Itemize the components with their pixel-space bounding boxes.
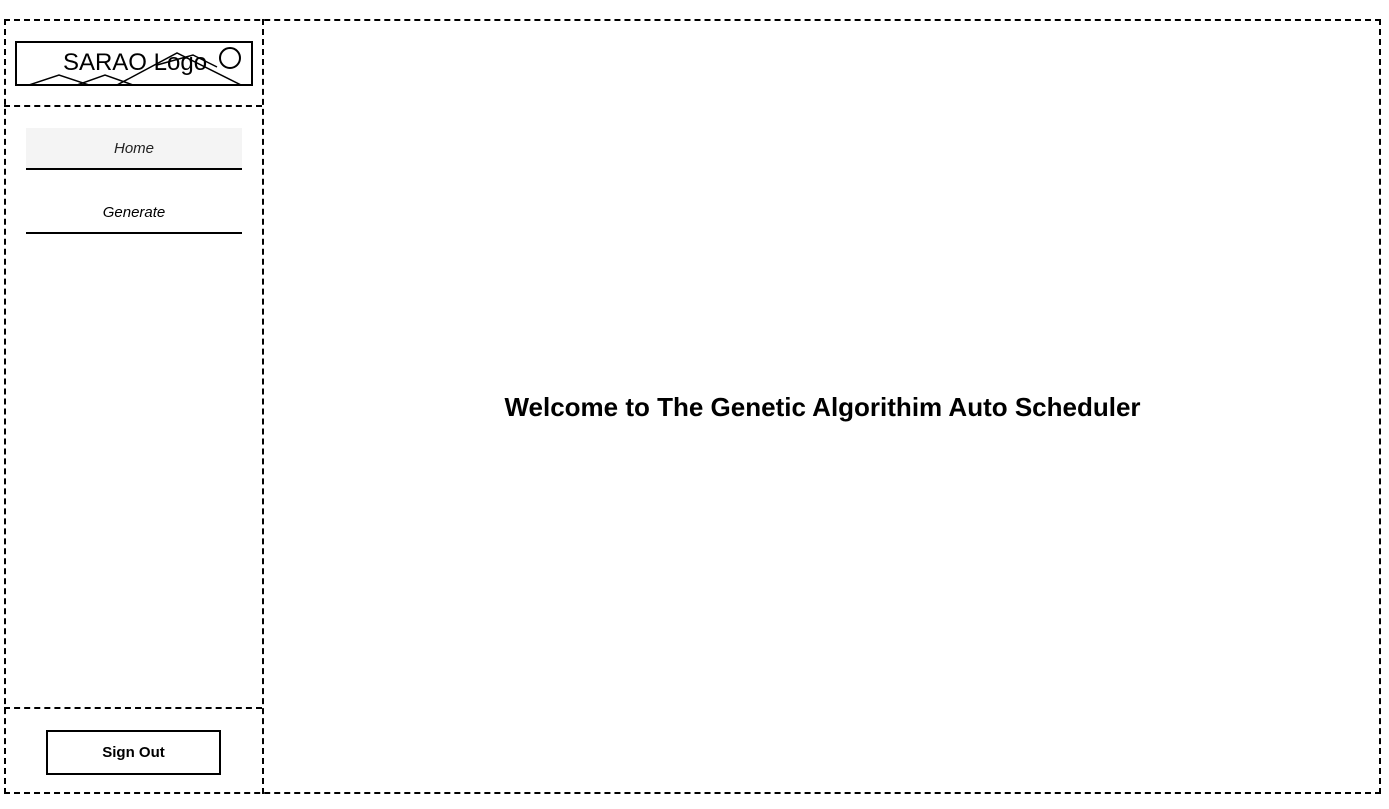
sign-out-button[interactable]: Sign Out: [46, 730, 221, 775]
logo-text: SARAO Logo: [62, 49, 208, 76]
welcome-heading: Welcome to The Genetic Algorithim Auto S…: [504, 392, 1141, 422]
main-content: Welcome to The Genetic Algorithim Auto S…: [264, 19, 1381, 794]
logo-area: SARAO Logo: [4, 19, 262, 107]
sidebar-footer: Sign Out: [4, 707, 262, 792]
nav-item-generate[interactable]: Generate: [26, 192, 242, 234]
nav-item-home[interactable]: Home: [26, 128, 242, 170]
sidebar: SARAO Logo Home Generate Sign Out: [4, 19, 264, 794]
sarao-logo: SARAO Logo: [15, 41, 253, 86]
